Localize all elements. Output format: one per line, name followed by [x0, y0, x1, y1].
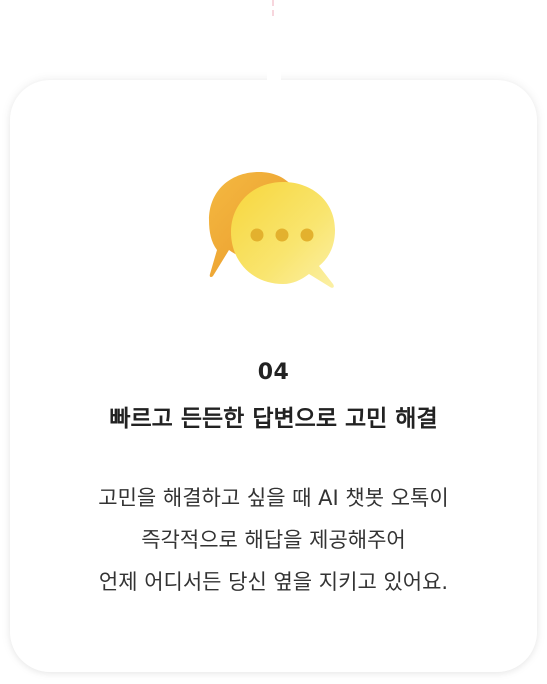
step-description: 고민을 해결하고 싶을 때 AI 챗봇 오톡이 즉각적으로 해답을 제공해주어 … [0, 477, 547, 603]
card-notch [267, 72, 281, 86]
description-line: 언제 어디서든 당신 옆을 지키고 있어요. [98, 570, 449, 594]
chat-bubbles-icon [209, 172, 335, 288]
dot [250, 228, 264, 242]
description-line: 즉각적으로 해답을 제공해주어 [141, 528, 406, 552]
timeline-connector [272, 0, 274, 20]
step-title: 빠르고 든든한 답변으로 고민 해결 [109, 406, 438, 432]
dot [300, 228, 314, 242]
dot [275, 228, 289, 242]
step-number: 04 [257, 360, 290, 385]
feature-step-section: 04 빠르고 든든한 답변으로 고민 해결 고민을 해결하고 싶을 때 AI 챗… [0, 0, 547, 684]
description-line: 고민을 해결하고 싶을 때 AI 챗봇 오톡이 [98, 486, 449, 510]
